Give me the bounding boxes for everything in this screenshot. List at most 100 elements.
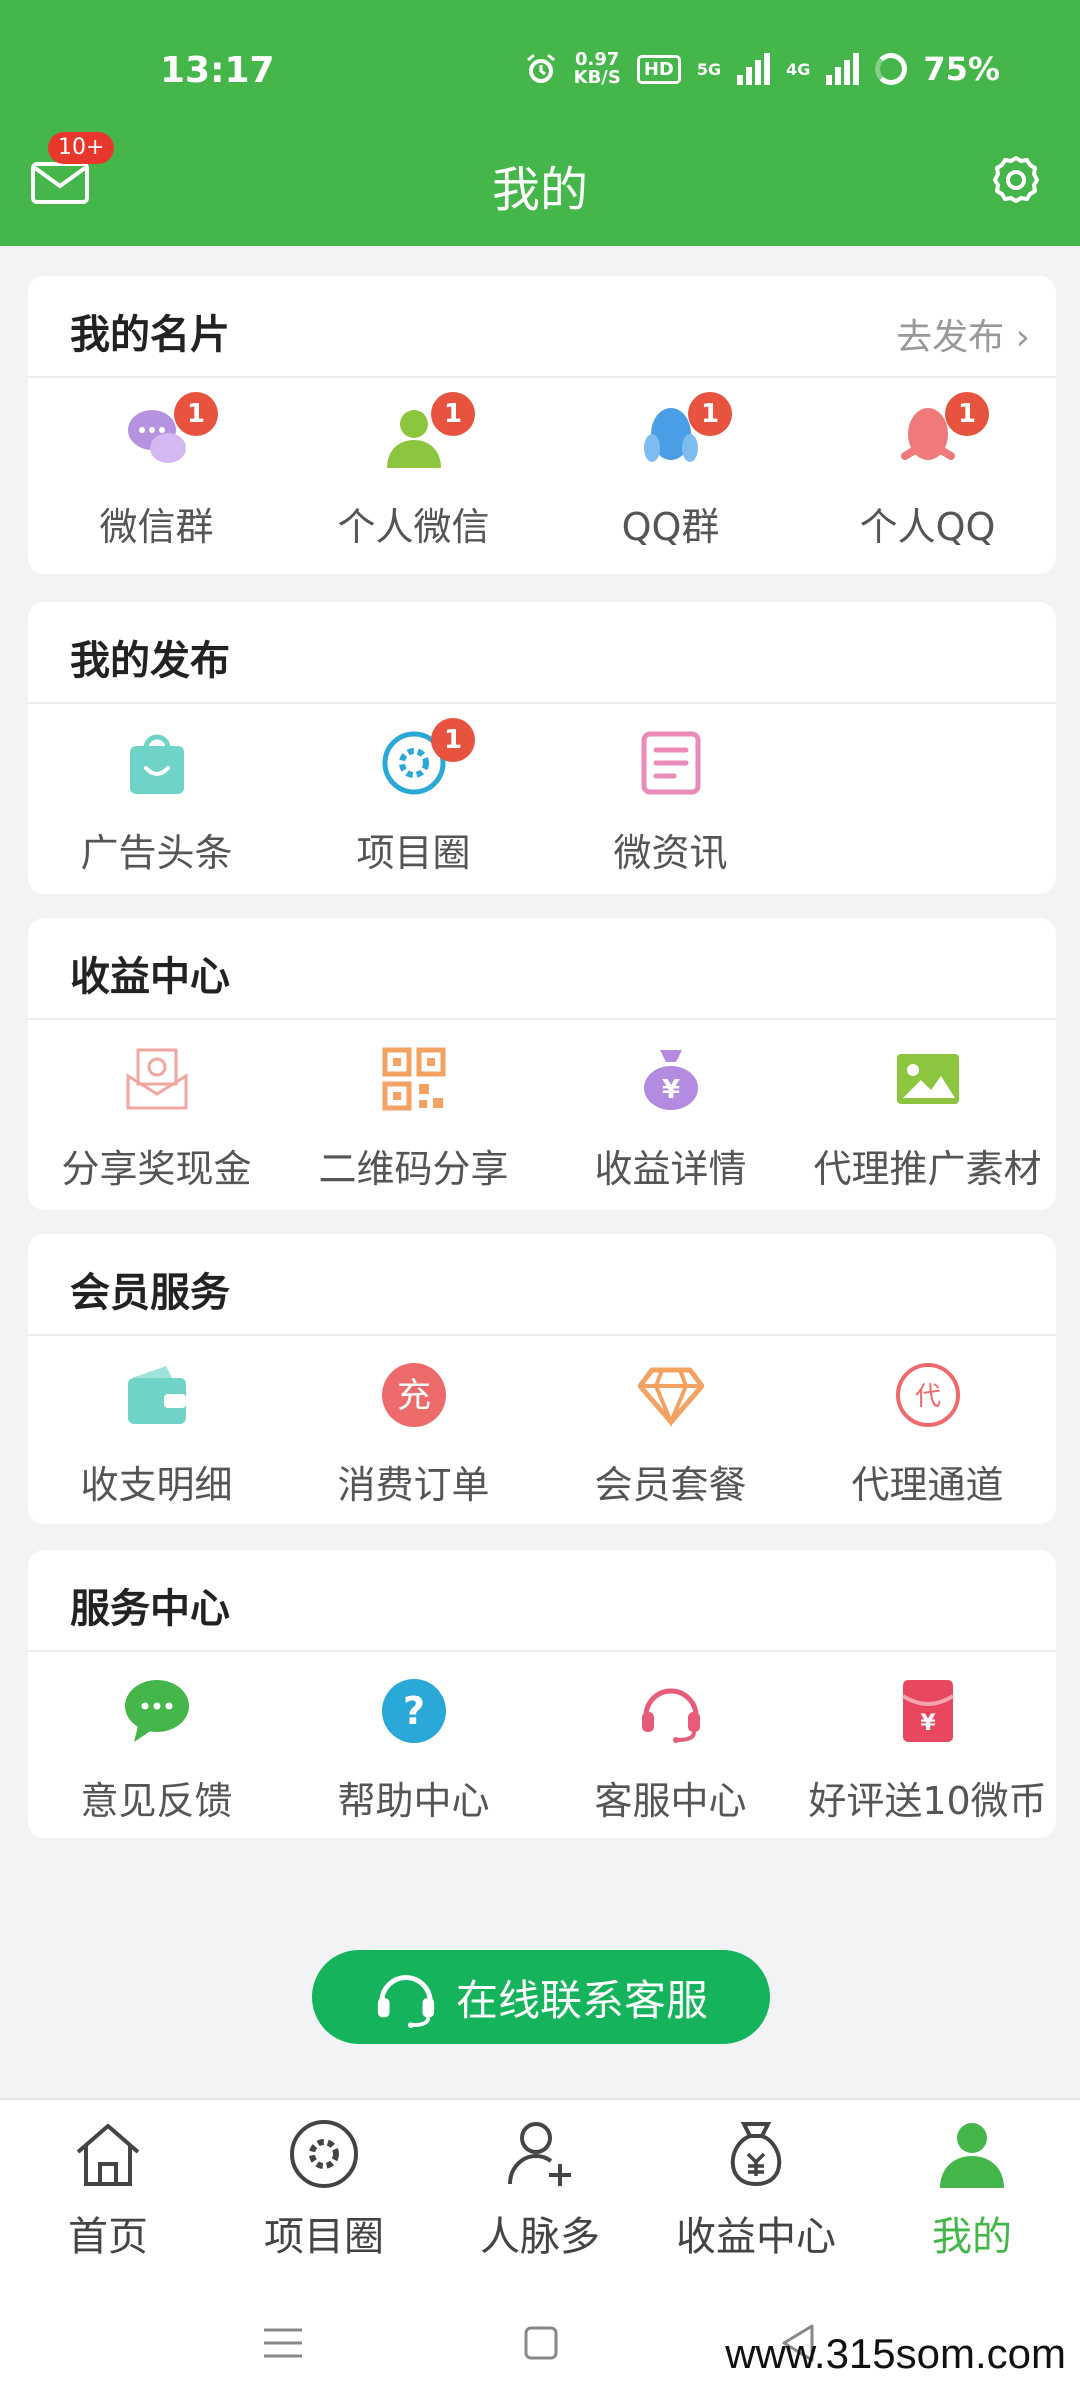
headset-icon <box>377 1975 435 2029</box>
top-bar: 13:17 0.97 KB/S HD 5G 4G 75% 10+ 我的 <box>0 0 1080 246</box>
signal-icon <box>826 53 860 85</box>
grid-item-personal-wechat[interactable]: 1 个人微信 <box>285 378 542 568</box>
grid-item-label: 会员套餐 <box>594 1463 747 1507</box>
headset-icon <box>642 1688 700 1743</box>
grid-item-label: 意见反馈 <box>80 1779 233 1823</box>
tab-earnings-center[interactable]: 收益中心 <box>648 2100 864 2288</box>
wallet-icon <box>128 1366 186 1424</box>
qr-code-icon <box>382 1047 446 1111</box>
status-icons: 0.97 KB/S HD 5G 4G 75% <box>524 50 1000 88</box>
grid-item-label: 二维码分享 <box>318 1147 509 1191</box>
count-badge: 1 <box>688 392 732 436</box>
person-icon <box>940 2123 1004 2188</box>
count-badge: 1 <box>174 392 218 436</box>
document-icon <box>641 731 701 795</box>
grid-item-wechat-group[interactable]: 1 微信群 <box>28 378 285 568</box>
grid-item-qr-share[interactable]: 二维码分享 <box>285 1020 542 1210</box>
section-title: 我的名片 <box>70 312 230 358</box>
watermark: www.315som.com <box>725 2330 1066 2377</box>
money-bag-icon <box>730 2122 782 2187</box>
grid-item-label: 收益详情 <box>594 1147 747 1191</box>
grid-item-label: 代理推广素材 <box>813 1147 1042 1191</box>
network-speed: 0.97 KB/S <box>573 49 621 88</box>
hd-voice-icon: HD <box>636 54 681 84</box>
svg-text:?: ? <box>403 1689 425 1733</box>
agent-icon: 代 <box>896 1363 960 1427</box>
network-type-5g: 5G <box>696 59 722 79</box>
grid-item-customer-service[interactable]: 客服中心 <box>542 1652 799 1838</box>
tab-project-circle[interactable]: 项目圈 <box>216 2100 432 2288</box>
contact-support-label: 在线联系客服 <box>455 1975 708 2025</box>
grid-item-feedback[interactable]: 意见反馈 <box>28 1652 285 1838</box>
card-service-center: 服务中心 意见反馈 ? 帮助中心 客服中心 ¥ 好评送10微币 <box>28 1550 1056 1838</box>
grid-item-agent-promo-material[interactable]: 代理推广素材 <box>799 1020 1056 1210</box>
section-title: 我的发布 <box>70 638 230 684</box>
page-title: 我的 <box>491 162 588 218</box>
home-square-icon[interactable] <box>516 2318 566 2368</box>
card-member-services: 会员服务 收支明细 充 消费订单 会员套餐 代 代理通道 <box>28 1234 1056 1524</box>
grid-item-agent-channel[interactable]: 代 代理通道 <box>799 1336 1056 1524</box>
grid-item-label: 微资讯 <box>613 831 728 875</box>
count-badge: 1 <box>431 718 475 762</box>
count-badge: 1 <box>945 392 989 436</box>
contact-support-button[interactable]: 在线联系客服 <box>312 1950 770 2044</box>
grid-item-earnings-detail[interactable]: ¥ 收益详情 <box>542 1020 799 1210</box>
recharge-icon: 充 <box>382 1363 446 1427</box>
bottom-tab-bar: 首页 项目圈 人脉多 收益中心 我的 <box>0 2098 1080 2288</box>
grid-item-project-circle[interactable]: 1 项目圈 <box>285 704 542 894</box>
tab-label: 项目圈 <box>264 2214 384 2260</box>
grid-item-label: 项目圈 <box>356 831 471 875</box>
publish-link[interactable]: 去发布 › <box>896 308 1030 360</box>
shopping-bag-icon <box>130 734 184 794</box>
red-envelope-icon: ¥ <box>901 1680 955 1742</box>
grid-item-label: 广告头条 <box>80 831 233 875</box>
menu-icon[interactable] <box>258 2318 308 2368</box>
grid-item-label: QQ群 <box>621 505 720 549</box>
grid-item-label: 好评送10微币 <box>808 1779 1047 1823</box>
svg-text:代: 代 <box>915 1382 941 1412</box>
battery-level: 75% <box>923 50 1000 88</box>
grid-item-share-cash[interactable]: 分享奖现金 <box>28 1020 285 1210</box>
network-type-4g: 4G <box>786 59 811 79</box>
tab-mine[interactable]: 我的 <box>864 2100 1080 2288</box>
money-bag-icon: ¥ <box>644 1050 698 1110</box>
home-icon <box>76 2124 140 2186</box>
header: 10+ 我的 <box>0 130 1080 230</box>
image-icon <box>897 1054 959 1104</box>
chat-bubble-icon <box>125 1680 189 1742</box>
grid-item-member-plans[interactable]: 会员套餐 <box>542 1336 799 1524</box>
add-user-icon <box>508 2122 571 2186</box>
battery-icon <box>875 53 908 85</box>
tab-home[interactable]: 首页 <box>0 2100 216 2288</box>
grid-item-ad-headlines[interactable]: 广告头条 <box>28 704 285 894</box>
grid-item-label: 客服中心 <box>594 1779 747 1823</box>
svg-text:¥: ¥ <box>662 1075 680 1105</box>
status-bar: 13:17 0.97 KB/S HD 5G 4G 75% <box>0 40 1080 106</box>
diamond-icon <box>638 1367 704 1428</box>
section-title: 服务中心 <box>70 1586 230 1632</box>
grid-item-label: 收支明细 <box>80 1463 233 1507</box>
grid-item-label: 个人微信 <box>337 505 490 549</box>
alarm-icon <box>526 53 555 83</box>
grid-item-label: 帮助中心 <box>337 1779 490 1823</box>
grid-item-consumption-orders[interactable]: 充 消费订单 <box>285 1336 542 1524</box>
tab-contacts[interactable]: 人脉多 <box>432 2100 648 2288</box>
grid-item-micro-news[interactable]: 微资讯 <box>542 704 799 894</box>
grid-item-label: 微信群 <box>99 505 214 549</box>
grid-item-label: 消费订单 <box>337 1463 490 1507</box>
svg-text:¥: ¥ <box>920 1711 936 1736</box>
grid-item-personal-qq[interactable]: 1 个人QQ <box>799 378 1056 568</box>
tab-label: 我的 <box>932 2214 1012 2260</box>
grid-item-review-reward[interactable]: ¥ 好评送10微币 <box>799 1652 1056 1838</box>
svg-text:充: 充 <box>397 1376 431 1416</box>
signal-icon <box>737 53 771 85</box>
grid-item-label: 个人QQ <box>859 505 996 549</box>
tab-label: 人脉多 <box>480 2214 600 2260</box>
grid-item-qq-group[interactable]: 1 QQ群 <box>542 378 799 568</box>
status-time: 13:17 <box>160 50 275 91</box>
grid-item-help-center[interactable]: ? 帮助中心 <box>285 1652 542 1838</box>
count-badge: 1 <box>431 392 475 436</box>
settings-gear-icon[interactable] <box>986 150 1046 210</box>
help-icon: ? <box>382 1679 446 1743</box>
grid-item-income-expense[interactable]: 收支明细 <box>28 1336 285 1524</box>
